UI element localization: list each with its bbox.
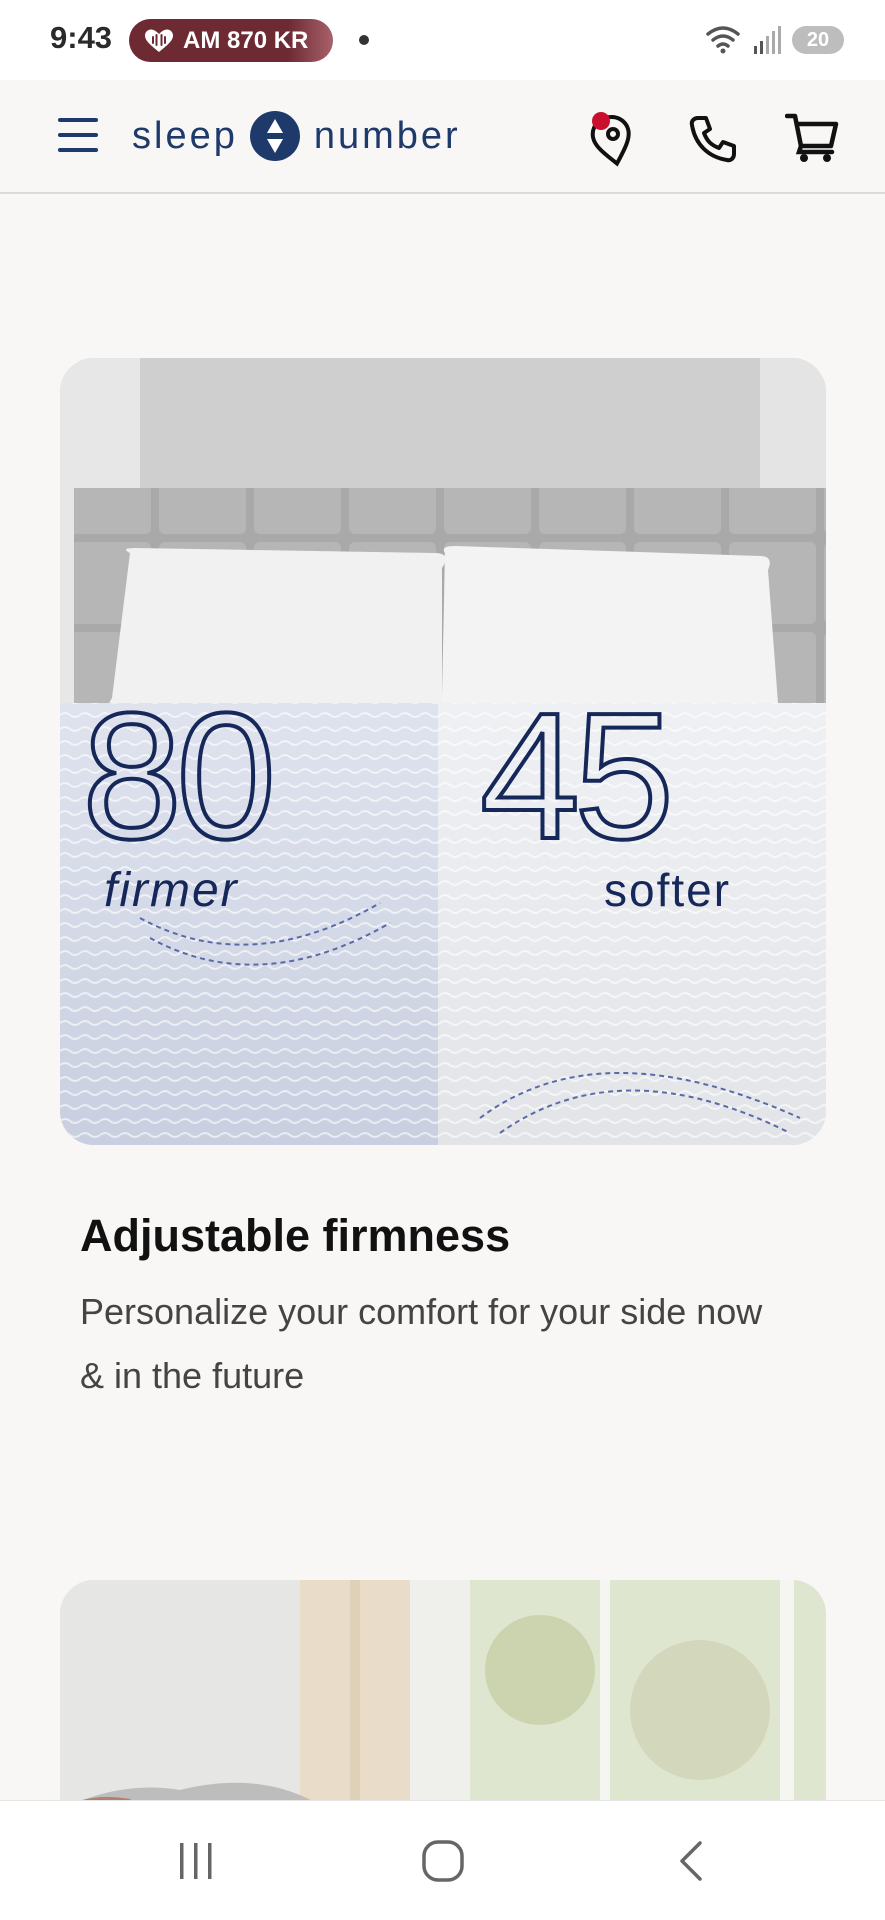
sleep-number-logo[interactable]: sleep number	[132, 107, 461, 165]
wifi-icon	[706, 26, 740, 54]
logo-text-number: number	[313, 114, 461, 157]
firmness-right-number: 45	[480, 676, 668, 877]
battery-indicator: 20	[792, 26, 844, 54]
firmness-left-label: firmer	[104, 864, 239, 917]
logo-text-sleep: sleep	[132, 114, 238, 157]
recent-apps-icon[interactable]	[176, 1839, 216, 1883]
home-icon[interactable]	[421, 1839, 465, 1883]
phone-icon[interactable]	[688, 114, 738, 164]
feature-title: Adjustable firmness	[80, 1210, 511, 1261]
firmness-right-label: softer	[604, 864, 731, 916]
iheart-icon	[145, 29, 173, 52]
status-bar: 9:43 AM 870 KR 20	[0, 0, 885, 80]
store-locator-icon[interactable]	[586, 112, 638, 168]
firmness-left-number: 80	[82, 676, 270, 877]
back-icon[interactable]	[676, 1839, 706, 1883]
logo-mark-icon	[249, 111, 300, 161]
radio-text: AM 870 KR	[183, 26, 309, 54]
next-feature-image[interactable]	[60, 1580, 826, 1820]
location-notification-dot	[592, 112, 610, 130]
feature-description: Personalize your comfort for your side n…	[80, 1291, 763, 1396]
menu-icon[interactable]	[58, 116, 98, 154]
cart-icon[interactable]	[785, 112, 839, 164]
notification-dot-icon	[359, 35, 369, 45]
system-nav-bar	[0, 1800, 885, 1920]
adjustable-firmness-image[interactable]: 80 firmer 45 softer	[60, 358, 826, 1145]
radio-notification-pill[interactable]: AM 870 KR	[129, 19, 333, 62]
status-time: 9:43	[50, 20, 113, 55]
signal-icon	[754, 26, 781, 54]
site-header: sleep number	[0, 80, 885, 194]
